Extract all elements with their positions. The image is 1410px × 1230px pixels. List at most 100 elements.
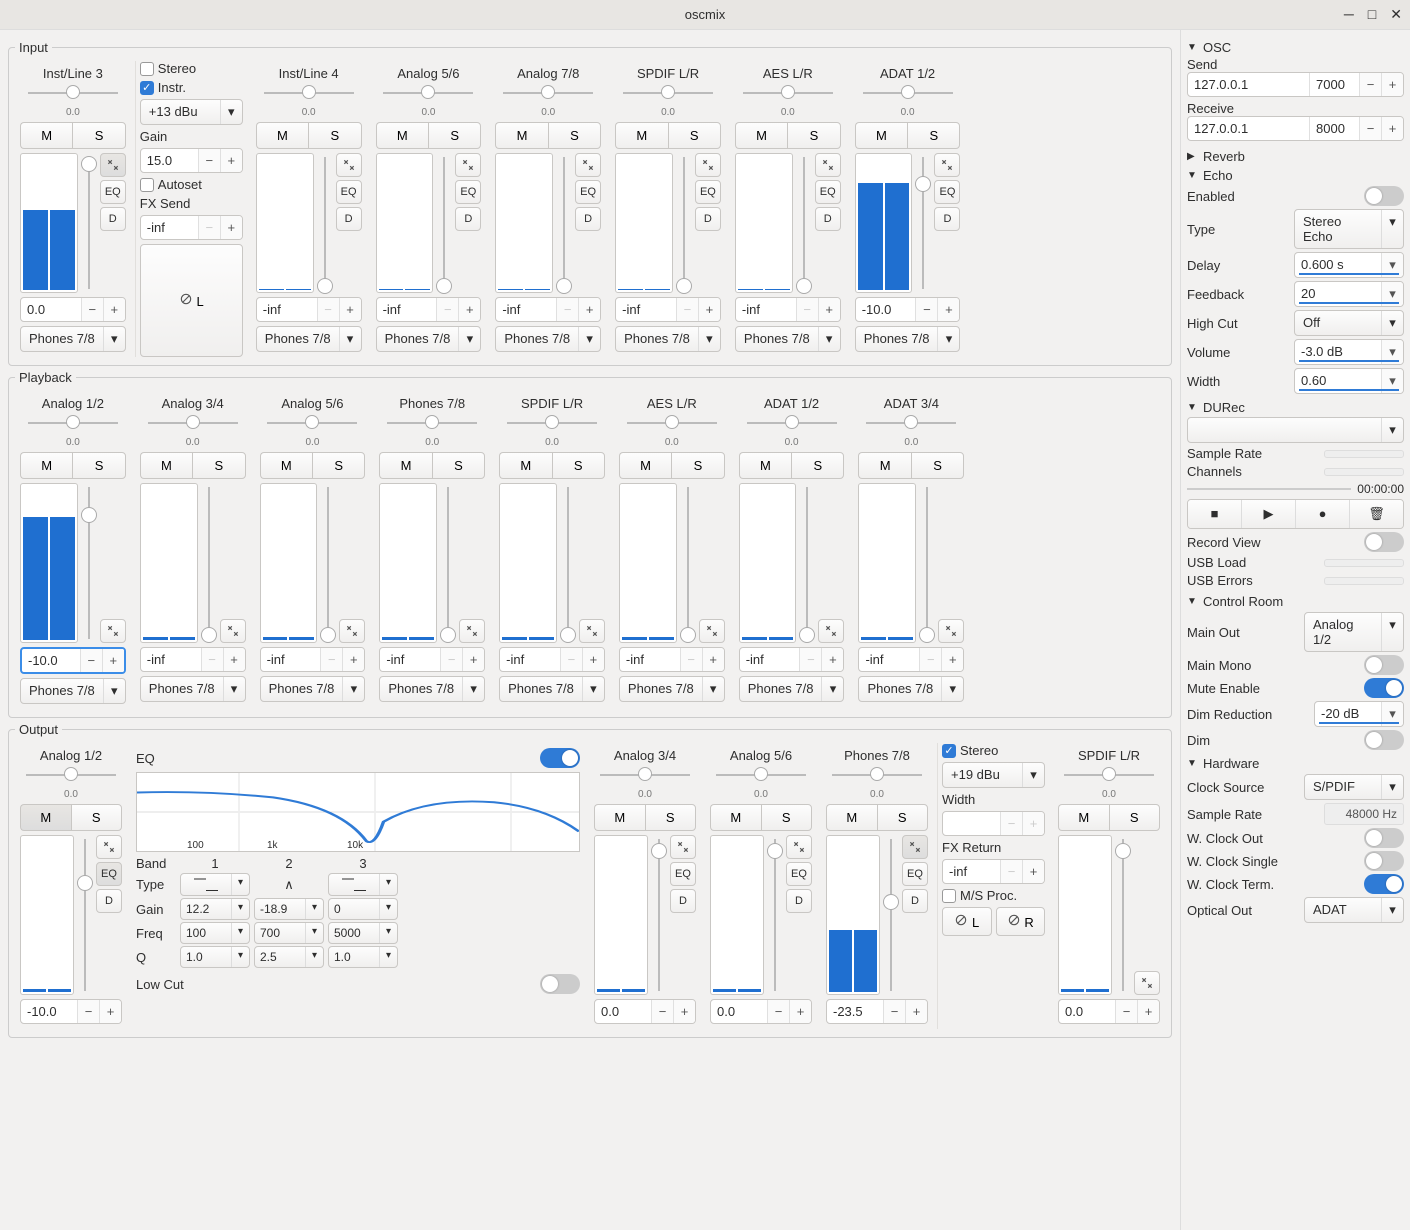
fader[interactable]	[76, 835, 94, 995]
level-spin[interactable]: -inf − +	[379, 647, 485, 672]
route-combo[interactable]: Phones 7/8▾	[256, 326, 362, 352]
width-spin[interactable]: −+	[942, 811, 1045, 836]
durec-transport[interactable]: ■ ▶ ● 🗑	[1187, 499, 1404, 529]
pan-slider[interactable]	[148, 415, 238, 433]
fxsend-spin[interactable]: -inf−+	[140, 215, 243, 240]
fx-button[interactable]	[818, 619, 844, 643]
solo-button[interactable]: S	[877, 804, 929, 831]
fxreturn-spin[interactable]: -inf−+	[942, 859, 1045, 884]
mute-button[interactable]: M	[855, 122, 907, 149]
route-combo[interactable]: Phones 7/8▾	[140, 676, 246, 702]
level-spin[interactable]: 0.0 − +	[710, 999, 812, 1024]
reverb-header[interactable]: Reverb	[1187, 149, 1404, 164]
level-spin[interactable]: -inf − +	[858, 647, 964, 672]
solo-button[interactable]: S	[308, 122, 361, 149]
mute-button[interactable]: M	[619, 452, 671, 479]
fx-button[interactable]	[695, 153, 721, 177]
gain-spin[interactable]: 15.0−+	[140, 148, 243, 173]
level-spin[interactable]: -10.0 − +	[855, 297, 961, 322]
dynamics-button[interactable]: D	[934, 207, 960, 231]
level-spin[interactable]: -10.0 − +	[20, 647, 126, 674]
reflevel-combo[interactable]: +13 dBu▾	[140, 99, 243, 125]
fader[interactable]	[918, 483, 936, 643]
fx-button[interactable]	[699, 619, 725, 643]
level-spin[interactable]: -inf − +	[376, 297, 482, 322]
dynamics-button[interactable]: D	[815, 207, 841, 231]
echo-type[interactable]: Stereo Echo▾	[1294, 209, 1404, 249]
fx-button[interactable]	[670, 835, 696, 859]
level-spin[interactable]: 0.0 − +	[1058, 999, 1160, 1024]
level-spin[interactable]: -inf − +	[735, 297, 841, 322]
hardware-header[interactable]: Hardware	[1187, 756, 1404, 771]
dynamics-button[interactable]: D	[670, 889, 696, 913]
solo-button[interactable]: S	[428, 122, 481, 149]
route-combo[interactable]: Phones 7/8▾	[858, 676, 964, 702]
eq-gain-1[interactable]: 12.2▾	[180, 898, 250, 920]
fader[interactable]	[439, 483, 457, 643]
fader[interactable]	[80, 483, 98, 643]
fader[interactable]	[200, 483, 218, 643]
dynamics-button[interactable]: D	[575, 207, 601, 231]
level-spin[interactable]: -10.0 − +	[20, 999, 122, 1024]
durec-header[interactable]: DURec	[1187, 400, 1404, 415]
pan-slider[interactable]	[866, 415, 956, 433]
pan-slider[interactable]	[1064, 767, 1154, 785]
solo-button[interactable]: S	[787, 122, 840, 149]
echo-volume[interactable]: -3.0 dB▾	[1294, 339, 1404, 365]
pan-slider[interactable]	[832, 767, 922, 785]
eq-q-2[interactable]: 2.5▾	[254, 946, 324, 968]
solo-button[interactable]: S	[911, 452, 964, 479]
dim-toggle[interactable]	[1364, 730, 1404, 750]
mute-button[interactable]: M	[140, 452, 192, 479]
mute-button[interactable]: M	[260, 452, 312, 479]
pan-slider[interactable]	[28, 85, 118, 103]
mute-button[interactable]: M	[379, 452, 431, 479]
eq-type-1[interactable]: ⎺⎽▾	[180, 873, 250, 896]
level-spin[interactable]: -inf − +	[615, 297, 721, 322]
solo-button[interactable]: S	[1109, 804, 1161, 831]
solo-button[interactable]: S	[907, 122, 960, 149]
opticalout[interactable]: ADAT▾	[1304, 897, 1404, 923]
wcsingle-toggle[interactable]	[1364, 851, 1404, 871]
eq-button[interactable]: EQ	[786, 862, 812, 886]
reflevel-combo[interactable]: +19 dBu▾	[942, 762, 1045, 788]
route-combo[interactable]: Phones 7/8▾	[379, 676, 485, 702]
msproc-check[interactable]: M/S Proc.	[942, 888, 1045, 903]
fader[interactable]	[559, 483, 577, 643]
pan-slider[interactable]	[716, 767, 806, 785]
mainmono-toggle[interactable]	[1364, 655, 1404, 675]
eq-button[interactable]: EQ	[670, 862, 696, 886]
mute-button[interactable]: M	[20, 452, 72, 479]
durec-select[interactable]: ▾	[1187, 417, 1404, 443]
echo-header[interactable]: Echo	[1187, 168, 1404, 183]
pan-slider[interactable]	[507, 415, 597, 433]
route-combo[interactable]: Phones 7/8▾	[376, 326, 482, 352]
fader[interactable]	[675, 153, 693, 293]
fader[interactable]	[679, 483, 697, 643]
mute-button[interactable]: M	[1058, 804, 1109, 831]
mute-button[interactable]: M	[615, 122, 667, 149]
solo-button[interactable]: S	[72, 122, 125, 149]
solo-button[interactable]: S	[791, 452, 844, 479]
fx-button[interactable]	[786, 835, 812, 859]
mute-button[interactable]: M	[20, 804, 71, 831]
fader[interactable]	[882, 835, 900, 995]
pan-slider[interactable]	[264, 85, 354, 103]
minimize-icon[interactable]: ─	[1344, 6, 1354, 23]
solo-button[interactable]: S	[432, 452, 485, 479]
mute-button[interactable]: M	[739, 452, 791, 479]
wcterm-toggle[interactable]	[1364, 874, 1404, 894]
eq-enable-toggle[interactable]	[540, 748, 580, 768]
route-combo[interactable]: Phones 7/8▾	[615, 326, 721, 352]
dynamics-button[interactable]: D	[96, 889, 122, 913]
fader[interactable]	[766, 835, 784, 995]
route-combo[interactable]: Phones 7/8▾	[495, 326, 601, 352]
instr-check[interactable]: ✓Instr.	[140, 80, 243, 95]
nolink-left[interactable]: L	[140, 244, 243, 357]
solo-button[interactable]: S	[645, 804, 697, 831]
fx-button[interactable]	[579, 619, 605, 643]
fx-button[interactable]	[938, 619, 964, 643]
route-combo[interactable]: Phones 7/8▾	[855, 326, 961, 352]
dynamics-button[interactable]: D	[902, 889, 928, 913]
mainout[interactable]: Analog 1/2▾	[1304, 612, 1404, 652]
